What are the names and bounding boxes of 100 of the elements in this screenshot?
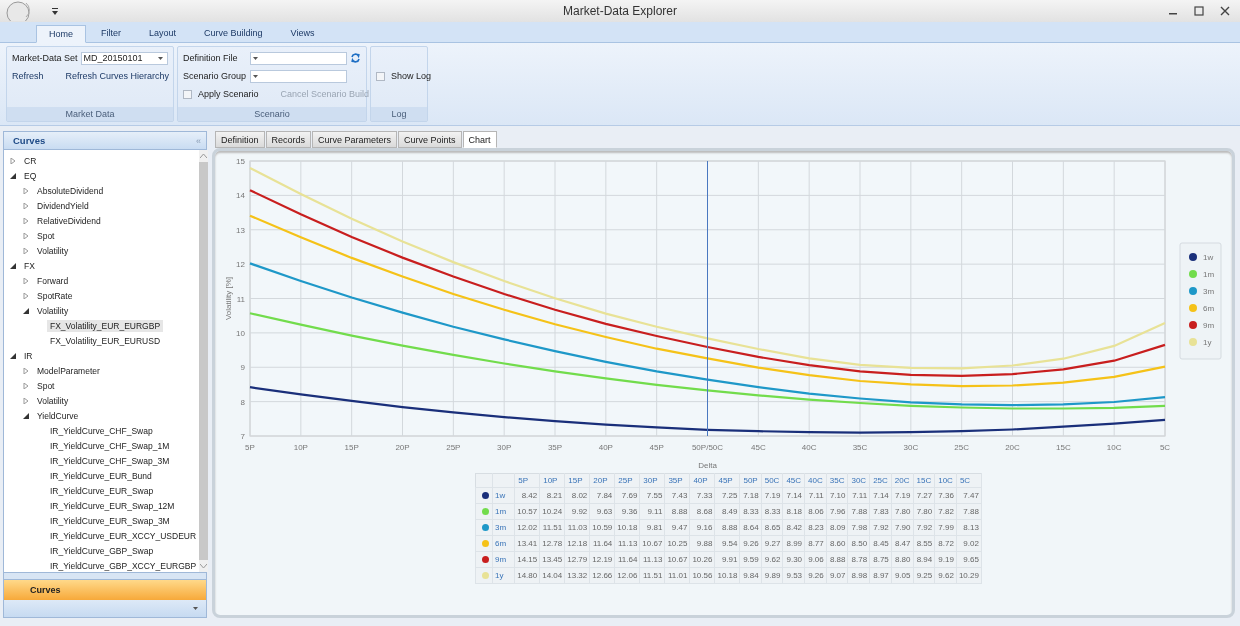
tree-item[interactable]: YieldCurve (34, 409, 82, 422)
table-cell: 7.27 (913, 487, 935, 504)
ribbon-tab[interactable]: Filter (88, 24, 134, 42)
quick-access-icon[interactable] (52, 7, 58, 15)
collapsed-arrow-icon[interactable] (23, 202, 29, 209)
table-cell: 9.27 (761, 535, 783, 552)
tree-item[interactable]: ModelParameter (34, 364, 103, 377)
x-axis-title: Delta (698, 461, 717, 470)
column-header: 50P (739, 473, 762, 488)
table-cell: 7.98 (847, 519, 870, 536)
collapsed-arrow-icon[interactable] (23, 292, 29, 299)
x-tick-label: 25C (954, 443, 969, 452)
table-cell: 7.33 (689, 487, 715, 504)
column-header: 35C (826, 473, 848, 488)
field-label: Definition File (183, 53, 239, 63)
checkbox[interactable] (183, 89, 192, 99)
tree-item[interactable]: DividendYield (34, 199, 92, 212)
tree-item[interactable]: IR_YieldCurve_CHF_Swap (47, 424, 156, 437)
tree-item[interactable]: CR (21, 154, 40, 167)
expanded-arrow-icon[interactable] (10, 172, 16, 179)
table-cell: 7.19 (761, 487, 783, 504)
tree-item[interactable]: RelativeDividend (34, 214, 104, 227)
expanded-arrow-icon[interactable] (10, 262, 16, 269)
table-cell: 9.62 (761, 551, 783, 568)
tree-item[interactable]: Spot (34, 379, 58, 392)
tree-item[interactable]: IR (21, 349, 36, 362)
ribbon-tab[interactable]: Views (277, 24, 328, 42)
collapsed-arrow-icon[interactable] (23, 367, 29, 374)
splitter-handle[interactable] (4, 572, 206, 580)
legend-label: 1m (1203, 270, 1215, 279)
ribbon-tab[interactable]: Home (36, 25, 86, 43)
scenario-group-dropdown[interactable] (250, 69, 347, 83)
collapsed-arrow-icon[interactable] (23, 232, 29, 239)
expanded-arrow-icon[interactable] (23, 307, 29, 314)
content-tab[interactable]: Curve Parameters (312, 131, 398, 148)
close-icon[interactable] (1220, 6, 1230, 16)
content-tab[interactable]: Definition (215, 131, 265, 148)
refresh-icon[interactable] (351, 53, 360, 63)
tree-item[interactable]: FX_Volatility_EUR_EURUSD (47, 334, 164, 347)
table-cell: 10.56 (689, 567, 715, 584)
tree-item[interactable]: FX (21, 259, 38, 272)
dropdown-arrow-icon[interactable] (193, 607, 198, 610)
column-header: 45P (714, 473, 740, 488)
tree-item[interactable]: FX_Volatility_EUR_EURGBP (47, 319, 164, 332)
ribbon-tab[interactable]: Curve Building (191, 24, 276, 42)
collapsed-arrow-icon[interactable] (10, 157, 16, 164)
row-label: 1m (492, 503, 515, 520)
scroll-up-icon[interactable] (200, 154, 208, 158)
tree-item[interactable]: IR_YieldCurve_EUR_XCCY_USDEUR (47, 529, 200, 542)
x-tick-label: 5P (245, 443, 255, 452)
tree-item[interactable]: Volatility (34, 394, 72, 407)
refresh-hierarchy-button[interactable]: Refresh Curves Hierarchy (65, 71, 170, 81)
collapsed-arrow-icon[interactable] (23, 277, 29, 284)
content-tab[interactable]: Curve Points (398, 131, 462, 148)
y-axis-title: Volatility [%] (224, 276, 233, 321)
y-tick-label: 12 (236, 260, 245, 270)
collapsed-arrow-icon[interactable] (23, 397, 29, 404)
maximize-icon[interactable] (1194, 6, 1204, 16)
table-cell: 7.83 (869, 503, 892, 520)
collapsed-arrow-icon[interactable] (23, 382, 29, 389)
tree-item[interactable]: EQ (21, 169, 40, 182)
tree-item[interactable]: IR_YieldCurve_CHF_Swap_1M (47, 439, 173, 452)
tree-item[interactable]: Spot (34, 229, 58, 242)
tree-item[interactable]: Volatility (34, 244, 72, 257)
tree-item[interactable]: IR_YieldCurve_GBP_XCCY_EURGBP (47, 559, 200, 572)
tree-item[interactable]: IR_YieldCurve_EUR_Swap_3M (47, 514, 173, 527)
tree-item[interactable]: AbsoluteDividend (34, 184, 107, 197)
column-header: 5C (956, 473, 982, 488)
expanded-arrow-icon[interactable] (10, 352, 16, 359)
collapsed-arrow-icon[interactable] (23, 187, 29, 194)
collapsed-arrow-icon[interactable] (23, 247, 29, 254)
ribbon-tab[interactable]: Layout (136, 24, 190, 42)
tree-item[interactable]: IR_YieldCurve_EUR_Swap (47, 484, 157, 497)
tree-item[interactable]: SpotRate (34, 289, 76, 302)
tree-item[interactable]: Volatility (34, 304, 72, 317)
tree-item[interactable]: IR_YieldCurve_GBP_Swap (47, 544, 157, 557)
tree-item[interactable]: IR_YieldCurve_EUR_Bund (47, 469, 155, 482)
curves-nav-button[interactable]: Curves (4, 580, 206, 600)
tree-item[interactable]: Forward (34, 274, 72, 287)
scroll-down-icon[interactable] (200, 564, 208, 568)
table-cell: 8.23 (804, 519, 827, 536)
expanded-arrow-icon[interactable] (23, 412, 29, 419)
table-cell: 12.66 (589, 567, 615, 584)
collapsed-arrow-icon[interactable] (23, 217, 29, 224)
window-title: Market-Data Explorer (562, 4, 677, 18)
content-tab[interactable]: Chart (462, 131, 497, 148)
y-tick-label: 14 (236, 191, 245, 201)
x-tick-label: 35C (852, 443, 868, 452)
tree-item[interactable]: IR_YieldCurve_EUR_Swap_12M (47, 499, 178, 512)
table-cell: 9.26 (804, 567, 827, 584)
table-cell: 9.59 (739, 551, 762, 568)
dropdown-arrow-icon (158, 56, 163, 60)
table-cell: 9.81 (639, 519, 665, 536)
tree-item[interactable]: IR_YieldCurve_CHF_Swap_3M (47, 454, 173, 467)
content-tab[interactable]: Records (265, 131, 312, 148)
checkbox[interactable] (376, 71, 385, 81)
market-data-set-dropdown[interactable]: MD_20150101 (80, 51, 168, 65)
table-cell: 10.24 (539, 503, 565, 520)
table-cell: 8.42 (782, 519, 805, 536)
refresh-button[interactable]: Refresh (12, 71, 44, 81)
